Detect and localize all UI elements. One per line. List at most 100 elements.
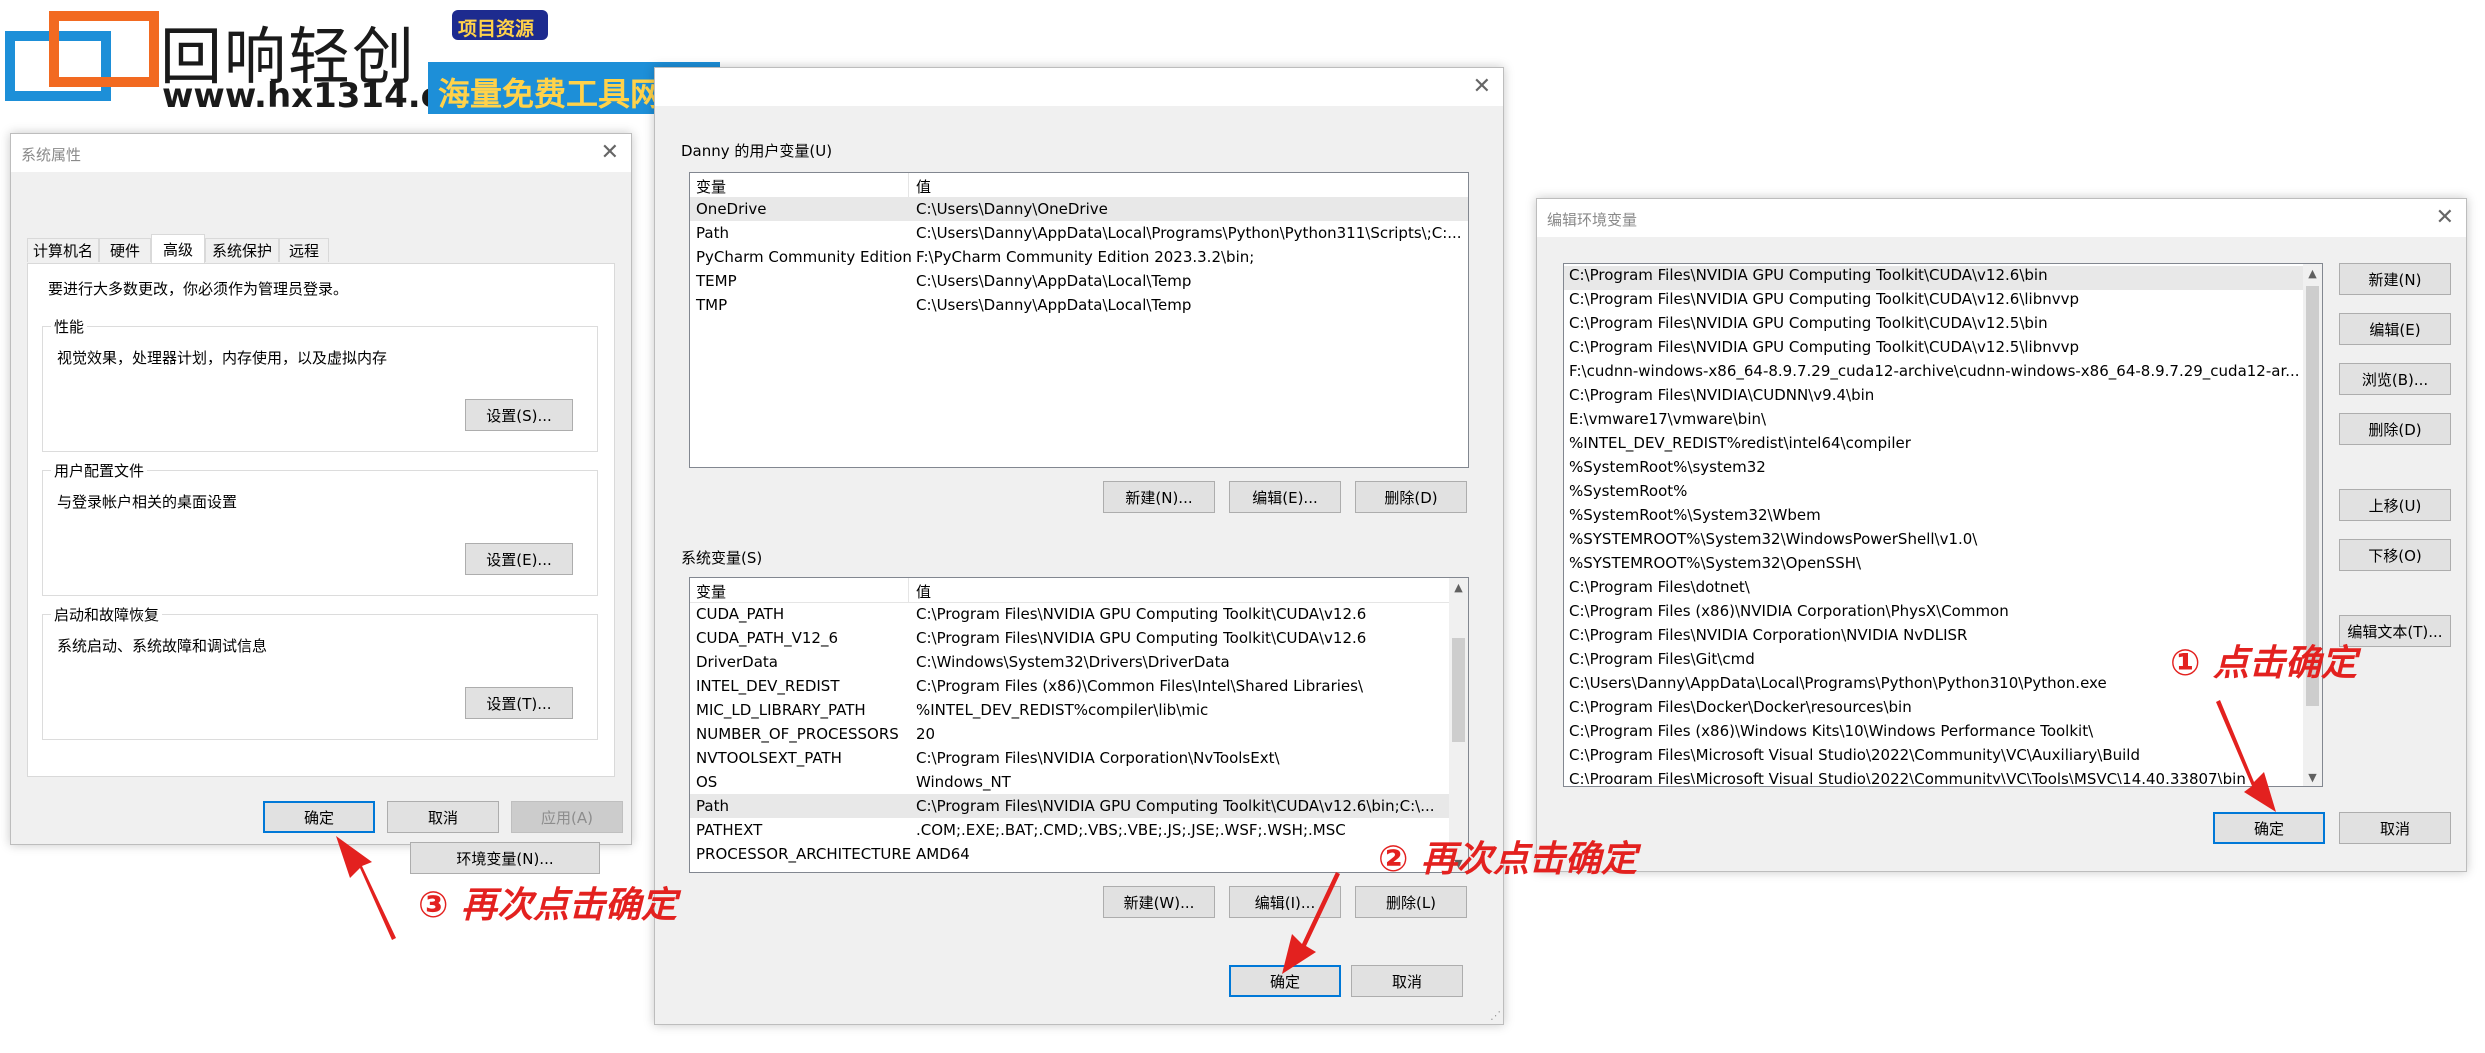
dialog-title: 编辑环境变量 — [1547, 211, 1638, 229]
column-header-value[interactable]: 值 — [916, 581, 931, 602]
close-icon[interactable]: ✕ — [1473, 74, 1491, 99]
dialog-title: 系统属性 — [21, 146, 82, 164]
resize-grip-icon[interactable]: ⋰ — [1490, 1009, 1501, 1022]
scroll-up-icon[interactable]: ▲ — [1449, 578, 1468, 596]
vertical-scrollbar[interactable]: ▲ ▼ — [2303, 264, 2322, 786]
tab-remote[interactable]: 远程 — [279, 238, 329, 262]
arrow-step3-icon — [336, 836, 396, 940]
list-item[interactable]: F:\cudnn-windows-x86_64-8.9.7.29_cuda12-… — [1569, 362, 2303, 386]
environment-variables-ok-button[interactable]: 确定 — [1229, 965, 1341, 997]
table-row[interactable]: DriverData C:\Windows\System32\Drivers\Dr… — [690, 650, 1449, 674]
table-row[interactable]: OS Windows_NT — [690, 770, 1449, 794]
list-item[interactable]: %SystemRoot%\System32\Wbem — [1569, 506, 2303, 530]
system-properties-titlebar: 系统属性 ✕ — [11, 134, 631, 172]
user-profile-group: 用户配置文件 与登录帐户相关的桌面设置 设置(E)... — [42, 460, 598, 596]
list-item[interactable]: C:\Program Files\NVIDIA GPU Computing To… — [1569, 338, 2303, 362]
table-row[interactable]: NVTOOLSEXT_PATH C:\Program Files\NVIDIA C… — [690, 746, 1449, 770]
system-properties-cancel-button[interactable]: 取消 — [387, 801, 499, 833]
entry-edit-button[interactable]: 编辑(E) — [2339, 313, 2451, 345]
list-item[interactable]: %SYSTEMROOT%\System32\WindowsPowerShell\… — [1569, 530, 2303, 554]
close-icon[interactable]: ✕ — [601, 140, 619, 165]
environment-variables-cancel-button[interactable]: 取消 — [1351, 965, 1463, 997]
list-item[interactable]: C:\Program Files\NVIDIA GPU Computing To… — [1569, 314, 2303, 338]
tab-system-protection[interactable]: 系统保护 — [205, 238, 279, 262]
close-icon[interactable]: ✕ — [2436, 205, 2454, 230]
list-header: 变量 值 — [690, 173, 1468, 198]
table-row[interactable]: Path C:\Program Files\NVIDIA GPU Computin… — [690, 794, 1449, 818]
list-item[interactable]: C:\Program Files\Microsoft Visual Studio… — [1569, 746, 2303, 770]
table-row[interactable]: CUDA_PATH C:\Program Files\NVIDIA GPU Com… — [690, 602, 1449, 626]
startup-recovery-group: 启动和故障恢复 系统启动、系统故障和调试信息 设置(T)... — [42, 604, 598, 740]
annotation-step2: ② 再次点击确定 — [1378, 839, 1638, 880]
startup-recovery-legend: 启动和故障恢复 — [51, 604, 163, 625]
table-row[interactable]: Path C:\Users\Danny\AppData\Local\Program… — [690, 221, 1468, 245]
annotation-step3: ③ 再次点击确定 — [418, 885, 678, 926]
user-profile-settings-button[interactable]: 设置(E)... — [465, 543, 573, 575]
performance-settings-button[interactable]: 设置(S)... — [465, 399, 573, 431]
system-properties-ok-button[interactable]: 确定 — [263, 801, 375, 833]
list-item[interactable]: C:\Program Files\NVIDIA\CUDNN\v9.4\bin — [1569, 386, 2303, 410]
scrollbar-thumb[interactable] — [1452, 638, 1465, 742]
user-new-button[interactable]: 新建(N)... — [1103, 481, 1215, 513]
system-variables-list[interactable]: 变量 值 CUDA_PATH C:\Program Files\NVIDIA GP… — [689, 577, 1469, 873]
table-row[interactable]: TEMP C:\Users\Danny\AppData\Local\Temp — [690, 269, 1468, 293]
user-edit-button[interactable]: 编辑(E)... — [1229, 481, 1341, 513]
table-row[interactable]: OneDrive C:\Users\Danny\OneDrive — [690, 197, 1468, 221]
environment-variables-button[interactable]: 环境变量(N)... — [410, 842, 600, 874]
table-row[interactable]: MIC_LD_LIBRARY_PATH %INTEL_DEV_REDIST%com… — [690, 698, 1449, 722]
move-up-button[interactable]: 上移(U) — [2339, 489, 2451, 521]
scroll-up-icon[interactable]: ▲ — [2303, 264, 2322, 282]
user-variables-list[interactable]: 变量 值 OneDrive C:\Users\Danny\OneDrive Pat… — [689, 172, 1469, 468]
system-new-button[interactable]: 新建(W)... — [1103, 886, 1215, 918]
watermark-logo: 回响轻创 www.hx1314.cc 项目资源 海量免费工具网站 — [0, 0, 720, 122]
tab-advanced[interactable]: 高级 — [151, 234, 205, 264]
startup-settings-button[interactable]: 设置(T)... — [465, 687, 573, 719]
entry-browse-button[interactable]: 浏览(B)... — [2339, 363, 2451, 395]
tab-computer-name[interactable]: 计算机名 — [27, 238, 99, 262]
column-header-variable[interactable]: 变量 — [696, 176, 726, 197]
edit-env-ok-button[interactable]: 确定 — [2213, 812, 2325, 844]
system-edit-button[interactable]: 编辑(I)... — [1229, 886, 1341, 918]
user-delete-button[interactable]: 删除(D) — [1355, 481, 1467, 513]
column-header-variable[interactable]: 变量 — [696, 581, 726, 602]
table-row[interactable]: CUDA_PATH_V12_6 C:\Program Files\NVIDIA G… — [690, 626, 1449, 650]
list-item[interactable]: C:\Program Files\Docker\Docker\resources… — [1569, 698, 2303, 722]
logo-url: www.hx1314.cc — [162, 76, 461, 116]
edit-environment-variable-dialog: 编辑环境变量 ✕ C:\Program Files\NVIDIA GPU Com… — [1536, 198, 2467, 872]
scroll-down-icon[interactable]: ▼ — [2303, 768, 2322, 786]
table-row[interactable]: INTEL_DEV_REDIST C:\Program Files (x86)\C… — [690, 674, 1449, 698]
advanced-tab-panel: 要进行大多数更改，你必须作为管理员登录。 性能 视觉效果，处理器计划，内存使用，… — [27, 263, 615, 874]
list-item[interactable]: %SYSTEMROOT%\System32\OpenSSH\ — [1569, 554, 2303, 578]
startup-recovery-desc: 系统启动、系统故障和调试信息 — [57, 637, 268, 655]
tab-hardware[interactable]: 硬件 — [99, 238, 151, 262]
system-properties-apply-button[interactable]: 应用(A) — [511, 801, 623, 833]
list-item[interactable]: C:\Program Files (x86)\Windows Kits\10\W… — [1569, 722, 2303, 746]
list-item[interactable]: C:\Program Files\Microsoft Visual Studio… — [1569, 770, 2303, 784]
logo-mark-icon — [5, 11, 159, 101]
edit-env-cancel-button[interactable]: 取消 — [2339, 812, 2451, 844]
list-item[interactable]: %INTEL_DEV_REDIST%redist\intel64\compile… — [1569, 434, 2303, 458]
annotation-step1: ① 点击确定 — [2170, 643, 2358, 684]
entry-new-button[interactable]: 新建(N) — [2339, 263, 2451, 295]
user-profile-legend: 用户配置文件 — [51, 460, 148, 481]
system-delete-button[interactable]: 删除(L) — [1355, 886, 1467, 918]
column-header-value[interactable]: 值 — [916, 176, 931, 197]
list-item[interactable]: C:\Program Files\NVIDIA GPU Computing To… — [1564, 266, 2303, 290]
path-entries-list[interactable]: C:\Program Files\NVIDIA GPU Computing To… — [1563, 263, 2323, 787]
table-row[interactable]: TMP C:\Users\Danny\AppData\Local\Temp — [690, 293, 1468, 317]
list-item[interactable]: C:\Program Files\NVIDIA GPU Computing To… — [1569, 290, 2303, 314]
table-row[interactable]: PyCharm Community Edition F:\PyCharm Comm… — [690, 245, 1468, 269]
list-item[interactable]: C:\Program Files\dotnet\ — [1569, 578, 2303, 602]
list-item[interactable]: E:\vmware17\vmware\bin\ — [1569, 410, 2303, 434]
list-item[interactable]: C:\Program Files (x86)\NVIDIA Corporatio… — [1569, 602, 2303, 626]
vertical-scrollbar[interactable]: ▲ ▼ — [1449, 578, 1468, 872]
table-row[interactable]: PATHEXT .COM;.EXE;.BAT;.CMD;.VBS;.VBE;.JS… — [690, 818, 1449, 842]
move-down-button[interactable]: 下移(O) — [2339, 539, 2451, 571]
list-item[interactable]: %SystemRoot% — [1569, 482, 2303, 506]
performance-legend: 性能 — [51, 316, 88, 337]
environment-variables-titlebar: ✕ — [655, 68, 1503, 106]
table-row[interactable]: PROCESSOR_ARCHITECTURE AMD64 — [690, 842, 1449, 866]
list-item[interactable]: %SystemRoot%\system32 — [1569, 458, 2303, 482]
table-row[interactable]: NUMBER_OF_PROCESSORS 20 — [690, 722, 1449, 746]
entry-delete-button[interactable]: 删除(D) — [2339, 413, 2451, 445]
